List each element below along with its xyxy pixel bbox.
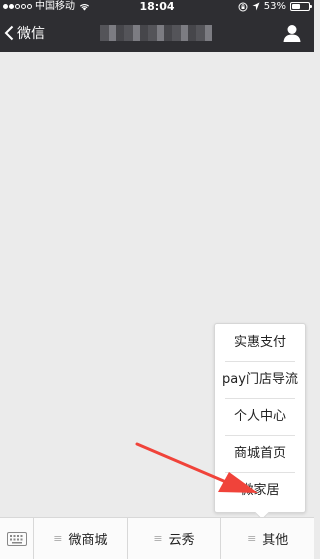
submenu-item[interactable]: 实惠支付 [215,324,305,361]
header: 中国移动 18:04 53% 微信 [0,0,314,52]
menu-list-icon: ≡ [247,532,257,545]
menu-button-label: 其他 [262,533,289,548]
submenu-item[interactable]: 个人中心 [215,398,305,435]
location-arrow-icon [252,2,260,11]
battery-percent: 53% [263,1,286,12]
battery-fill [292,4,301,9]
status-bar-right: 53% [238,0,312,13]
annotation-arrow-icon [135,442,258,493]
nav-bar: 微信 [0,13,314,52]
menu-button-label: 云秀 [168,533,195,548]
back-label: 微信 [17,26,45,42]
chevron-left-icon [4,25,14,41]
page-title-obscured [100,25,212,41]
keyboard-toggle-button[interactable] [0,518,34,559]
battery-icon [290,2,312,11]
menu-button-label: 微商城 [68,533,108,548]
menu-button[interactable]: ≡ 微商城 [34,518,128,559]
status-bar: 中国移动 18:04 53% [0,0,314,13]
back-button[interactable]: 微信 [4,22,45,44]
orientation-lock-icon [238,2,248,11]
keyboard-icon [6,531,27,546]
menu-list-icon: ≡ [153,532,163,545]
menu-button[interactable]: ≡ 其他 [221,518,314,559]
submenu-item[interactable]: pay门店导流 [215,361,305,398]
bottom-menu-bar: ≡ 微商城 ≡ 云秀 ≡ 其他 [0,517,314,559]
menu-button[interactable]: ≡ 云秀 [128,518,222,559]
menu-list-icon: ≡ [53,532,63,545]
profile-icon[interactable] [282,23,302,43]
